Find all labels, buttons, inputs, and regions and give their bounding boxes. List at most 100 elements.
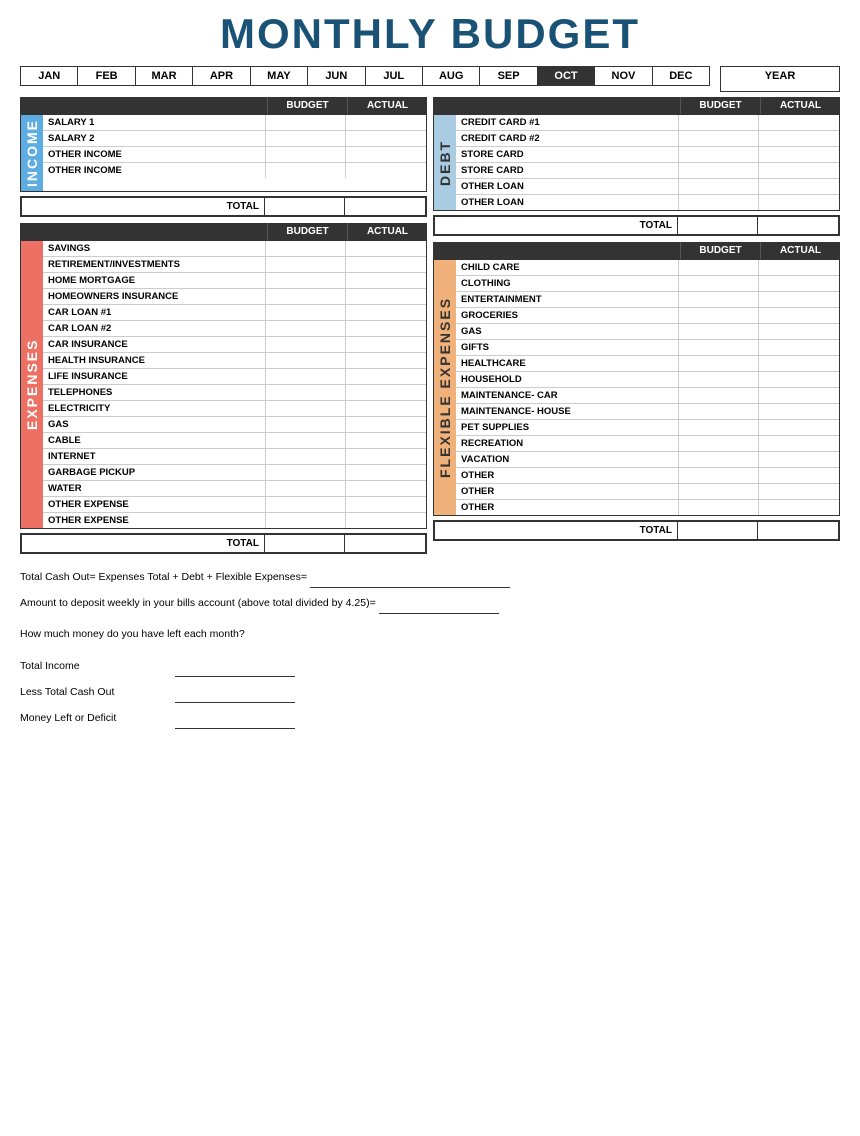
row-actual-cell[interactable] [346, 305, 426, 320]
month-cell-dec[interactable]: DEC [653, 67, 709, 85]
row-actual-cell[interactable] [759, 115, 839, 130]
row-budget-cell[interactable] [266, 147, 346, 162]
row-actual-cell[interactable] [346, 115, 426, 130]
row-budget-cell[interactable] [679, 452, 759, 467]
row-budget-cell[interactable] [266, 449, 346, 464]
row-actual-cell[interactable] [759, 260, 839, 275]
row-actual-cell[interactable] [346, 273, 426, 288]
row-actual-cell[interactable] [759, 404, 839, 419]
debt-total-actual[interactable] [758, 217, 838, 234]
row-budget-cell[interactable] [266, 481, 346, 496]
debt-total-budget[interactable] [678, 217, 758, 234]
row-actual-cell[interactable] [346, 385, 426, 400]
row-actual-cell[interactable] [346, 321, 426, 336]
row-actual-cell[interactable] [759, 308, 839, 323]
row-actual-cell[interactable] [346, 241, 426, 256]
month-cell-oct[interactable]: OCT [538, 67, 595, 85]
row-actual-cell[interactable] [759, 436, 839, 451]
row-actual-cell[interactable] [346, 353, 426, 368]
income-total-actual[interactable] [345, 198, 425, 215]
row-actual-cell[interactable] [346, 337, 426, 352]
row-budget-cell[interactable] [679, 372, 759, 387]
row-budget-cell[interactable] [266, 497, 346, 512]
row-budget-cell[interactable] [679, 308, 759, 323]
month-cell-jan[interactable]: JAN [21, 67, 78, 85]
row-budget-cell[interactable] [266, 433, 346, 448]
month-cell-may[interactable]: MAY [251, 67, 308, 85]
expenses-total-actual[interactable] [345, 535, 425, 552]
row-actual-cell[interactable] [759, 340, 839, 355]
flexible-total-budget[interactable] [678, 522, 758, 539]
row-actual-cell[interactable] [346, 449, 426, 464]
row-actual-cell[interactable] [759, 468, 839, 483]
row-actual-cell[interactable] [759, 452, 839, 467]
row-actual-cell[interactable] [759, 179, 839, 194]
row-budget-cell[interactable] [679, 179, 759, 194]
row-budget-cell[interactable] [679, 500, 759, 515]
row-budget-cell[interactable] [266, 465, 346, 480]
row-budget-cell[interactable] [266, 417, 346, 432]
row-budget-cell[interactable] [266, 369, 346, 384]
row-actual-cell[interactable] [759, 147, 839, 162]
row-actual-cell[interactable] [346, 401, 426, 416]
row-actual-cell[interactable] [346, 147, 426, 162]
row-actual-cell[interactable] [346, 497, 426, 512]
row-budget-cell[interactable] [679, 131, 759, 146]
row-actual-cell[interactable] [759, 131, 839, 146]
row-budget-cell[interactable] [266, 241, 346, 256]
row-actual-cell[interactable] [759, 388, 839, 403]
row-budget-cell[interactable] [679, 356, 759, 371]
row-actual-cell[interactable] [346, 369, 426, 384]
row-budget-cell[interactable] [679, 420, 759, 435]
row-budget-cell[interactable] [679, 484, 759, 499]
row-actual-cell[interactable] [759, 484, 839, 499]
row-budget-cell[interactable] [679, 404, 759, 419]
row-actual-cell[interactable] [346, 433, 426, 448]
expenses-total-budget[interactable] [265, 535, 345, 552]
row-budget-cell[interactable] [679, 260, 759, 275]
month-cell-jul[interactable]: JUL [366, 67, 423, 85]
row-actual-cell[interactable] [759, 292, 839, 307]
row-actual-cell[interactable] [759, 500, 839, 515]
row-actual-cell[interactable] [759, 356, 839, 371]
row-budget-cell[interactable] [679, 147, 759, 162]
month-cell-jun[interactable]: JUN [308, 67, 365, 85]
month-cell-apr[interactable]: APR [193, 67, 250, 85]
row-actual-cell[interactable] [346, 481, 426, 496]
row-budget-cell[interactable] [266, 513, 346, 528]
row-budget-cell[interactable] [679, 340, 759, 355]
row-actual-cell[interactable] [759, 195, 839, 210]
month-cell-aug[interactable]: AUG [423, 67, 480, 85]
row-budget-cell[interactable] [266, 163, 346, 178]
row-budget-cell[interactable] [679, 163, 759, 178]
row-actual-cell[interactable] [346, 417, 426, 432]
row-budget-cell[interactable] [266, 353, 346, 368]
row-budget-cell[interactable] [266, 337, 346, 352]
row-budget-cell[interactable] [266, 305, 346, 320]
row-budget-cell[interactable] [679, 468, 759, 483]
row-budget-cell[interactable] [266, 385, 346, 400]
month-cell-nov[interactable]: NOV [595, 67, 652, 85]
row-actual-cell[interactable] [346, 131, 426, 146]
month-cell-feb[interactable]: FEB [78, 67, 135, 85]
row-budget-cell[interactable] [266, 273, 346, 288]
flexible-total-actual[interactable] [758, 522, 838, 539]
row-budget-cell[interactable] [679, 115, 759, 130]
row-actual-cell[interactable] [759, 372, 839, 387]
row-budget-cell[interactable] [679, 436, 759, 451]
row-budget-cell[interactable] [266, 131, 346, 146]
row-actual-cell[interactable] [346, 465, 426, 480]
row-budget-cell[interactable] [679, 292, 759, 307]
row-actual-cell[interactable] [759, 420, 839, 435]
row-actual-cell[interactable] [759, 276, 839, 291]
row-budget-cell[interactable] [679, 276, 759, 291]
month-cell-sep[interactable]: SEP [480, 67, 537, 85]
row-actual-cell[interactable] [346, 163, 426, 178]
row-budget-cell[interactable] [679, 388, 759, 403]
row-budget-cell[interactable] [266, 115, 346, 130]
row-actual-cell[interactable] [759, 163, 839, 178]
row-budget-cell[interactable] [679, 324, 759, 339]
row-budget-cell[interactable] [266, 321, 346, 336]
income-total-budget[interactable] [265, 198, 345, 215]
row-budget-cell[interactable] [266, 401, 346, 416]
